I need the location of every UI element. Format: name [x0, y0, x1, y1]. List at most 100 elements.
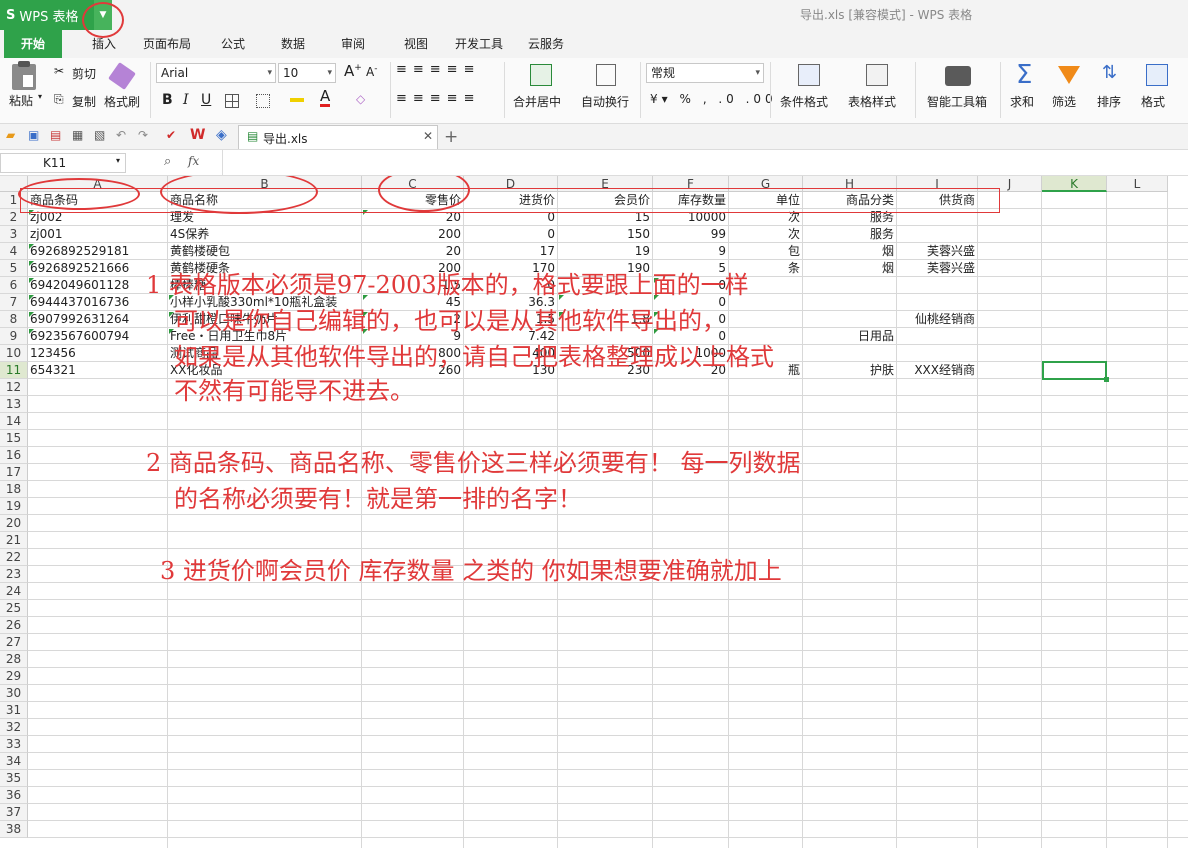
- table-cell[interactable]: 4S保养: [168, 226, 361, 243]
- wps-w-icon[interactable]: W: [190, 127, 205, 143]
- row-header-13[interactable]: 13: [0, 396, 28, 413]
- formula-input[interactable]: [224, 153, 1184, 173]
- tab-2[interactable]: 页面布局: [130, 30, 204, 58]
- row-header-15[interactable]: 15: [0, 430, 28, 447]
- sort-icon[interactable]: ⇅: [1102, 62, 1117, 83]
- table-cell[interactable]: 日用品: [803, 328, 896, 345]
- row-header-27[interactable]: 27: [0, 634, 28, 651]
- border-icon[interactable]: [225, 94, 239, 108]
- row-header-31[interactable]: 31: [0, 702, 28, 719]
- row-header-24[interactable]: 24: [0, 583, 28, 600]
- copy-button[interactable]: 复制: [72, 93, 96, 110]
- row-header-10[interactable]: 10: [0, 345, 28, 362]
- copy-icon[interactable]: ⎘: [54, 92, 64, 107]
- row-header-19[interactable]: 19: [0, 498, 28, 515]
- table-cell[interactable]: 17: [464, 243, 557, 260]
- fx-icon[interactable]: fx: [188, 154, 199, 168]
- redo-icon[interactable]: ↷: [138, 128, 148, 142]
- table-cell[interactable]: 123456: [28, 345, 167, 362]
- row-header-32[interactable]: 32: [0, 719, 28, 736]
- print-preview-icon[interactable]: ▧: [94, 128, 105, 142]
- paste-icon[interactable]: [12, 61, 36, 90]
- row-header-17[interactable]: 17: [0, 464, 28, 481]
- table-cell[interactable]: 654321: [28, 362, 167, 379]
- row-header-38[interactable]: 38: [0, 821, 28, 838]
- open-folder-icon[interactable]: ▰: [6, 128, 15, 142]
- row-header-26[interactable]: 26: [0, 617, 28, 634]
- row-header-22[interactable]: 22: [0, 549, 28, 566]
- row-header-20[interactable]: 20: [0, 515, 28, 532]
- font-color-icon[interactable]: A: [320, 89, 331, 107]
- row-header-14[interactable]: 14: [0, 413, 28, 430]
- row-header-30[interactable]: 30: [0, 685, 28, 702]
- font-shrink-icon[interactable]: A-: [366, 64, 377, 79]
- format-button[interactable]: 格式: [1141, 93, 1165, 110]
- row-header-37[interactable]: 37: [0, 804, 28, 821]
- tab-4[interactable]: 数据: [268, 30, 318, 58]
- undo-icon[interactable]: ↶: [116, 128, 126, 142]
- table-cell[interactable]: 服务: [803, 226, 896, 243]
- row-header-21[interactable]: 21: [0, 532, 28, 549]
- number-format-icons[interactable]: ¥▾ % ‚ .0 .00: [650, 92, 777, 106]
- wrap-text-button[interactable]: 自动换行: [581, 93, 629, 110]
- zoom-search-icon[interactable]: ⌕: [164, 154, 171, 169]
- table-cell[interactable]: 6923567600794: [28, 328, 167, 345]
- italic-icon[interactable]: I: [183, 92, 189, 108]
- sum-button[interactable]: 求和: [1010, 93, 1034, 110]
- scissors-icon[interactable]: ✂: [54, 64, 64, 78]
- new-tab-icon[interactable]: +: [444, 127, 458, 147]
- row-header-23[interactable]: 23: [0, 566, 28, 583]
- number-format-select[interactable]: 常规: [646, 63, 764, 83]
- sort-button[interactable]: 排序: [1097, 93, 1121, 110]
- cube-icon[interactable]: ◈: [216, 127, 227, 143]
- table-cell[interactable]: 6926892529181: [28, 243, 167, 260]
- merge-center-button[interactable]: 合并居中: [513, 93, 561, 110]
- column-header-K[interactable]: K: [1042, 176, 1107, 192]
- paste-button[interactable]: 粘贴: [9, 92, 33, 109]
- font-grow-icon[interactable]: A+: [344, 62, 362, 80]
- name-box-dropdown-icon[interactable]: ▾: [116, 156, 120, 165]
- row-header-25[interactable]: 25: [0, 600, 28, 617]
- format-grid-icon[interactable]: [1146, 64, 1168, 86]
- table-cell[interactable]: 芙蓉兴盛: [897, 260, 977, 277]
- table-cell[interactable]: XXX经销商: [897, 362, 977, 379]
- conditional-format-icon[interactable]: [798, 64, 820, 86]
- name-box[interactable]: K11: [0, 153, 126, 173]
- tab-6[interactable]: 视图: [392, 30, 440, 58]
- save-icon[interactable]: ▣: [28, 128, 39, 142]
- bold-icon[interactable]: B: [162, 92, 173, 108]
- table-cell[interactable]: 烟: [803, 260, 896, 277]
- filter-button[interactable]: 筛选: [1052, 93, 1076, 110]
- tab-3[interactable]: 公式: [208, 30, 258, 58]
- clear-format-icon[interactable]: ◇: [356, 92, 365, 106]
- row-header-9[interactable]: 9: [0, 328, 28, 345]
- export-pdf-icon[interactable]: ▤: [50, 128, 61, 142]
- table-cell[interactable]: 芙蓉兴盛: [897, 243, 977, 260]
- underline-icon[interactable]: U: [201, 92, 211, 108]
- row-header-28[interactable]: 28: [0, 651, 28, 668]
- smart-tools-button[interactable]: 智能工具箱: [927, 93, 987, 110]
- row-header-6[interactable]: 6: [0, 277, 28, 294]
- row-header-29[interactable]: 29: [0, 668, 28, 685]
- spreadsheet-grid[interactable]: A B C D E F G H I J K L 1 2 3 4 5 6 7 8 9 10 11 12 13 14 15 16 17 18 1…: [0, 176, 1188, 848]
- table-cell[interactable]: 仙桃经销商: [897, 311, 977, 328]
- table-cell[interactable]: 包: [729, 243, 802, 260]
- row-header-3[interactable]: 3: [0, 226, 28, 243]
- merge-center-icon[interactable]: [530, 64, 552, 86]
- tab-5[interactable]: 审阅: [328, 30, 378, 58]
- align-top-icons[interactable]: ≡≡≡≡≡: [396, 62, 480, 77]
- close-tab-icon[interactable]: ✕: [423, 129, 433, 143]
- print-icon[interactable]: ▦: [72, 128, 83, 142]
- row-header-12[interactable]: 12: [0, 379, 28, 396]
- table-style-icon[interactable]: [866, 64, 888, 86]
- fill-pattern-icon[interactable]: [256, 94, 270, 108]
- row-header-35[interactable]: 35: [0, 770, 28, 787]
- table-style-button[interactable]: 表格样式: [848, 93, 896, 110]
- row-header-16[interactable]: 16: [0, 447, 28, 464]
- table-cell[interactable]: 次: [729, 226, 802, 243]
- table-cell[interactable]: 99: [653, 226, 728, 243]
- wrap-text-icon[interactable]: [596, 64, 616, 86]
- table-cell[interactable]: 9: [653, 243, 728, 260]
- row-header-4[interactable]: 4: [0, 243, 28, 260]
- column-header-L[interactable]: L: [1107, 176, 1168, 192]
